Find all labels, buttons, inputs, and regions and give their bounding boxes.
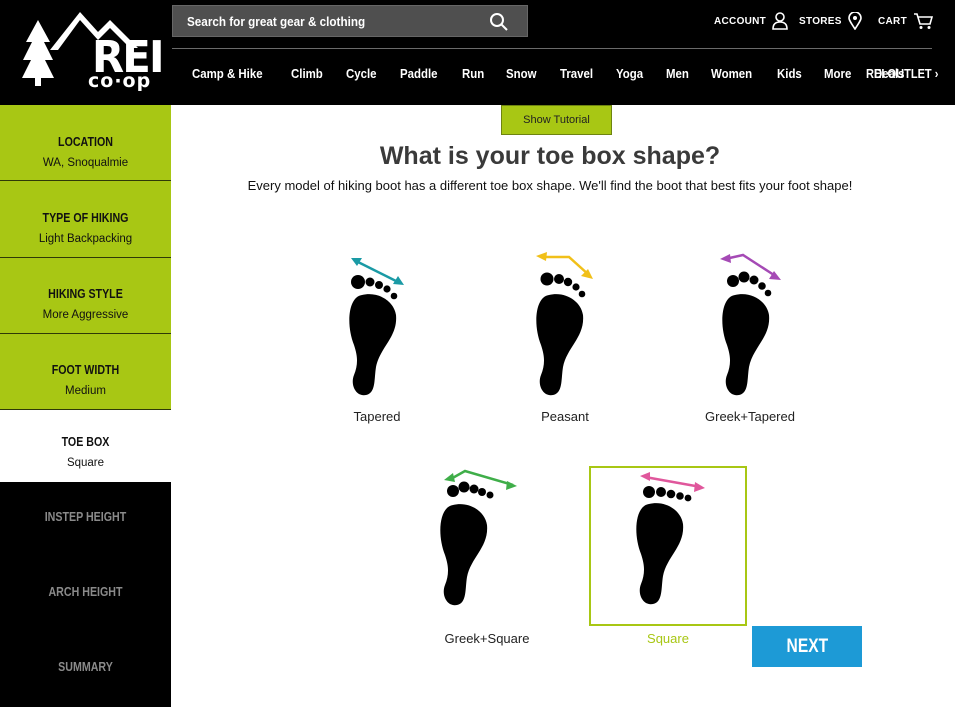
step-value: Square — [66, 457, 105, 469]
option-label-greek-tapered[interactable]: Greek+Tapered — [640, 409, 860, 424]
step-title: FOOT WIDTH — [51, 362, 120, 377]
step-foot-width[interactable]: FOOT WIDTH Medium — [0, 334, 171, 410]
nav-item-more[interactable]: More — [824, 66, 851, 86]
header-divider — [172, 48, 932, 49]
stores-label: STORES — [799, 15, 842, 27]
foot-peasant-icon — [536, 252, 593, 396]
logo-coop: co·op — [88, 70, 152, 92]
foot-greek-tapered-icon — [720, 253, 781, 396]
step-arch-height: ARCH HEIGHT — [0, 557, 171, 632]
option-greek-square[interactable] — [409, 465, 567, 625]
step-title: INSTEP HEIGHT — [44, 509, 127, 524]
nav-item-cycle[interactable]: Cycle — [346, 66, 377, 86]
search-placeholder: Search for great gear & clothing — [187, 13, 366, 29]
nav-item-paddle[interactable]: Paddle — [400, 66, 438, 86]
cart-label: CART — [878, 15, 907, 27]
step-title: ARCH HEIGHT — [48, 584, 123, 599]
option-square[interactable] — [589, 466, 747, 626]
cart-icon — [913, 13, 933, 29]
next-label: NEXT — [786, 635, 828, 657]
outlet-link[interactable]: REI OUTLET › — [866, 66, 938, 81]
nav-item-run[interactable]: Run — [462, 66, 484, 86]
main-content: Show Tutorial What is your toe box shape… — [171, 105, 955, 707]
account-link[interactable]: ACCOUNT — [714, 12, 788, 30]
step-value: WA, Snoqualmie — [42, 157, 129, 169]
search-input[interactable]: Search for great gear & clothing — [172, 5, 528, 37]
step-title: HIKING STYLE — [48, 286, 123, 301]
option-peasant[interactable] — [505, 245, 663, 405]
nav-item-travel[interactable]: Travel — [560, 66, 593, 86]
account-label: ACCOUNT — [714, 15, 767, 27]
nav-item-yoga[interactable]: Yoga — [616, 66, 643, 86]
step-instep-height: INSTEP HEIGHT — [0, 482, 171, 557]
step-type-of-hiking[interactable]: TYPE OF HIKING Light Backpacking — [0, 181, 171, 258]
page-subtitle: Every model of hiking boot has a differe… — [247, 178, 853, 193]
stores-link[interactable]: STORES — [799, 12, 862, 30]
nav-item-men[interactable]: Men — [666, 66, 689, 86]
nav-item-climb[interactable]: Climb — [291, 66, 323, 86]
step-hiking-style[interactable]: HIKING STYLE More Aggressive — [0, 258, 171, 334]
option-tapered[interactable] — [318, 245, 476, 405]
page-title: What is your toe box shape? — [379, 142, 721, 170]
option-label-square[interactable]: Square — [558, 631, 778, 646]
step-title: SUMMARY — [58, 659, 113, 674]
step-summary: SUMMARY — [0, 632, 171, 707]
show-tutorial-button[interactable]: Show Tutorial — [501, 105, 612, 135]
search-icon[interactable] — [489, 12, 509, 32]
nav-item-snow[interactable]: Snow — [506, 66, 537, 86]
chevron-right-icon: › — [934, 66, 939, 81]
step-title: TYPE OF HIKING — [42, 210, 129, 225]
option-greek-tapered[interactable] — [691, 245, 849, 405]
step-title: TOE BOX — [61, 434, 110, 449]
nav-item-kids[interactable]: Kids — [777, 66, 802, 86]
nav-item-women[interactable]: Women — [711, 66, 752, 86]
foot-greek-square-icon — [440, 469, 517, 606]
step-value: Medium — [65, 385, 106, 397]
nav-item-camp-hike[interactable]: Camp & Hike — [192, 66, 263, 86]
user-icon — [772, 12, 788, 30]
step-toe-box[interactable]: TOE BOX Square — [0, 410, 171, 482]
main-nav: Camp & Hike Climb Cycle Paddle Run Snow … — [192, 66, 928, 86]
location-pin-icon — [847, 12, 862, 30]
progress-sidebar: LOCATION WA, Snoqualmie TYPE OF HIKING L… — [0, 105, 171, 707]
outlet-label: REI OUTLET — [866, 66, 932, 81]
step-value: Light Backpacking — [38, 233, 133, 245]
option-label-tapered[interactable]: Tapered — [267, 409, 487, 424]
foot-tapered-icon — [349, 258, 404, 396]
cart-link[interactable]: CART — [878, 12, 933, 30]
step-title: LOCATION — [58, 134, 113, 149]
step-value: More Aggressive — [42, 309, 129, 321]
site-header: REI co·op Search for great gear & clothi… — [0, 0, 955, 105]
foot-square-icon — [636, 472, 705, 605]
rei-logo[interactable]: REI co·op — [20, 8, 165, 92]
step-location[interactable]: LOCATION WA, Snoqualmie — [0, 105, 171, 181]
next-button[interactable]: NEXT — [752, 626, 862, 667]
